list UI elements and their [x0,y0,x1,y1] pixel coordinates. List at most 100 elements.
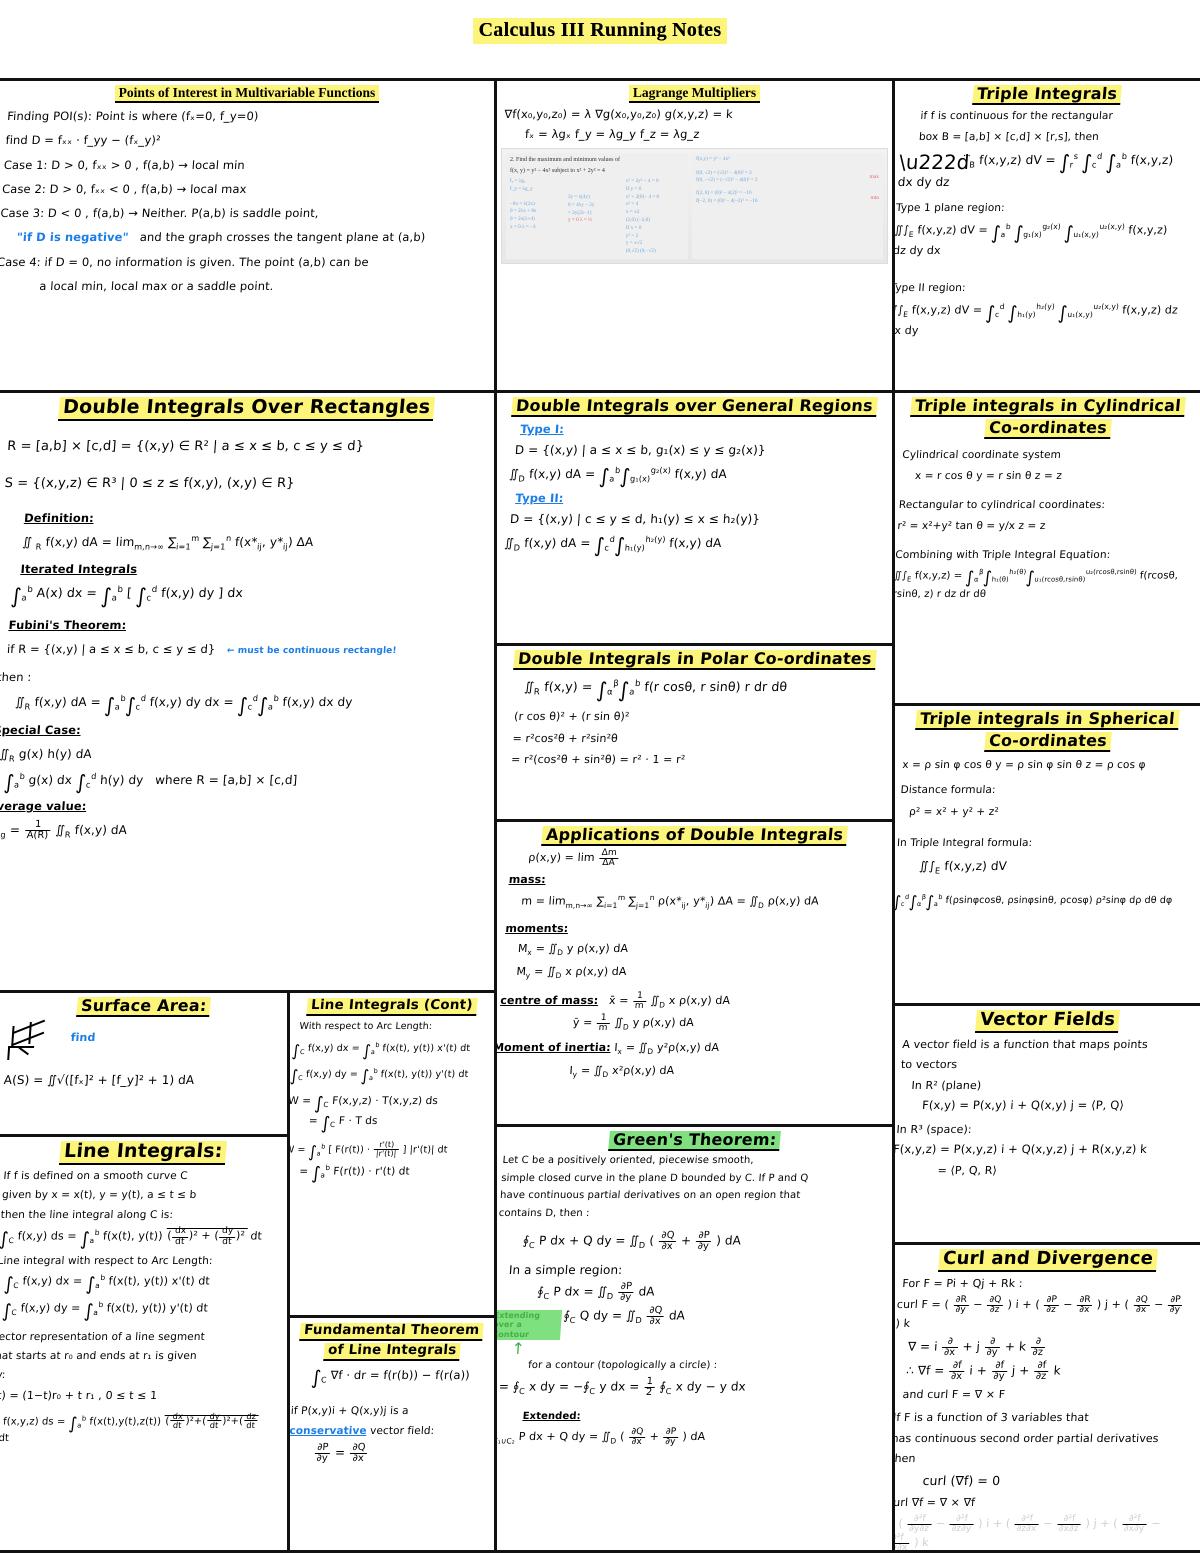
cyl-line-4: r² = x²+y² tan θ = y/x z = z [896,519,1046,532]
section-double-integrals-rectangles: Double Integrals Over Rectangles R = [a,… [0,393,497,993]
triple-line-3: Type 1 plane region: [895,202,1006,215]
work-left-1: f_y = λg_y [510,185,533,192]
work-right-1: If y = 0 [625,185,642,192]
work-mid-1: 0 = 4λy − 2y [567,201,595,208]
fubini-blue-annotation: ← must be continuous rectangle! [226,645,397,656]
section-header: Double Integrals over General Regions [497,396,892,418]
double-rect-line-1: R = [a,b] × [c,d] = {(x,y) ∈ R² | a ≤ x … [6,438,365,454]
ftli-body: ∫C ∇f · dr = f(r(b)) − f(r(a)) if P(x,y)… [290,1366,494,1464]
green-line-7: Extended: [522,1411,581,1423]
li-line-1: If f is defined on a smooth curve C [3,1169,189,1182]
lagrange-line-2: fₓ = λgₓ f_y = λg_y f_z = λg_z [524,126,701,141]
poi-blue-annotation: "if D is negative" [16,229,130,244]
cylindrical-body: Cylindrical coordinate system x = r cos … [895,446,1200,604]
section-surface-area: Surface Area: find A(S) = ∬√([fₓ]² + [f_… [0,993,290,1137]
double-general-body: Type I: D = {(x,y) | a ≤ x ≤ b, g₁(x) ≤ … [497,420,892,557]
poi-line-2: find D = fₓₓ · f_yy − (fₓ_y)² [5,132,162,147]
triple-line-1: if f is continuous for the rectangular [920,110,1114,123]
work-left-4: 0 = 2x(λ+4) [510,216,535,223]
section-fundamental-theorem-line-integrals: Fundamental Theorem of Line Integrals ∫C… [290,1318,497,1553]
cd-line-7: curl ∇f = ∇ × ∇f [895,1495,976,1509]
cd-line-1: For F = Pi + Qj + Rk : [901,1276,1024,1290]
cd-line-2: and curl F = ∇ × F [902,1387,1006,1401]
section-header: Triple integrals in Spherical Co-ordinat… [895,709,1200,753]
ftli-header-line1: Fundamental Theorem [299,1322,485,1341]
ftli-header-line2: of Line Integrals [323,1342,461,1361]
work-left-2: −8x = λ(2x) [510,200,535,207]
poi-line-8: a local min, local max or a saddle point… [38,278,275,293]
section-applications-double-integrals: Applications of Double Integrals ρ(x,y) … [497,822,895,1127]
greens-green-annotation: Extending over a Contour [497,1309,563,1341]
work-right-0: x² = 2y² − 4 = 0 [625,178,659,185]
section-header: Points of Interest in Multivariable Func… [0,85,494,103]
section-header: Applications of Double Integrals [497,825,892,847]
lagrange-line-1: ∇f(x₀,y₀,z₀) = λ ∇g(x₀,y₀,z₀) g(x,y,z) =… [503,106,734,121]
cyl-line-2: x = r cos θ y = r sin θ z = z [914,470,1063,483]
li-line-3: then the line integral along C is: [0,1208,174,1221]
lagrange-body: ∇f(x₀,y₀,z₀) = λ ∇g(x₀,y₀,z₀) g(x,y,z) =… [497,106,892,142]
vector-fields-header-text: Vector Fields [975,1009,1120,1033]
fubini-line: if R = {(x,y) | a ≤ x ≤ b, c ≤ y ≤ d} [6,641,216,656]
green-line-6: for a contour (topologically a circle) : [527,1359,718,1371]
line-integrals-cont-body: With respect to Arc Length: ∫C f(x,y) dx… [290,1019,494,1184]
li-line-4: Line integral with respect to Arc Length… [0,1254,214,1267]
cd-line-3: If F is a function of 3 variables that [895,1410,1090,1424]
section-line-integrals: Line Integrals: If f is defined on a smo… [0,1137,290,1553]
eval-2: f(2, 0) = (0)² − 4(2)² = −16 [696,190,752,197]
eval-3: f(−2, 0) = (0)² − 4(−2)² = −16 [696,198,758,205]
screenshot-right-pane: f(x,y) = y² − 4x² f(0, √2) = (√2)² − 4(0… [692,152,883,260]
lic-line-1: With respect to Arc Length: [299,1020,433,1032]
surface-area-body: find A(S) = ∬√([fₓ]² + [f_y]² + 1) dA [0,1020,287,1089]
label-min: min [870,194,879,201]
section-double-integrals-polar: Double Integrals in Polar Co-ordinates ∬… [497,646,895,822]
mass-label: mass: [508,873,547,887]
problem-statement-line1: 2. Find the maximum and minimum values o… [510,156,620,163]
sph-line-2: Distance formula: [900,783,997,796]
vector-fields-body: A vector field is a function that maps p… [895,1036,1200,1179]
triple-header-text: Triple Integrals [972,84,1123,106]
poi-line-7: Case 4: if D = 0, no information is give… [0,254,370,269]
work-right-2: x² + 2(0)− 4 = 0 [625,193,660,200]
poi-line-6: and the graph crosses the tangent plane … [139,229,426,244]
lagrange-header-text: Lagrange Multipliers [628,85,761,103]
curl-div-header-text: Curl and Divergence [937,1248,1158,1272]
moment-of-inertia-label: Moment of inertia: [497,1041,612,1055]
section-double-integrals-general: Double Integrals over General Regions Ty… [497,393,895,646]
cylindrical-header-line1: Triple integrals in Cylindrical [909,396,1186,418]
definition-label: Definition: [23,510,95,525]
cyl-line-5: Combining with Triple Integral Equation: [895,548,1111,561]
special-case-where: where R = [a,b] × [c,d] [154,772,298,787]
green-line-5: In a simple region: [508,1263,623,1278]
greens-header-text: Green's Theorem: [607,1130,782,1152]
section-header: Lagrange Multipliers [497,85,892,103]
section-greens-theorem: Green's Theorem: Let C be a positively o… [497,1127,895,1553]
line-integrals-header-text: Line Integrals: [59,1140,228,1165]
vf-line-1: A vector field is a function that maps p… [901,1037,1149,1051]
average-value-label: Average value: [0,798,87,813]
iterated-integrals-label: Iterated Integrals [20,561,138,576]
cylindrical-header-line2: Co-ordinates [983,418,1112,440]
embedded-worked-example-screenshot: 2. Find the maximum and minimum values o… [501,147,888,265]
section-header: Double Integrals Over Rectangles [0,396,494,421]
work-left-0: fₓ = λgₓ [510,178,526,185]
green-up-arrow-icon: ↑ [510,1339,526,1359]
polar-line-3: = r²(cos²θ + sin²θ) = r² · 1 = r² [510,753,686,767]
li-line-6: that starts at r₀ and ends at r₁ is give… [0,1349,198,1362]
vf-line-4: F(x,y) = P(x,y) i + Q(x,y) j = ⟨P, Q⟩ [921,1097,1125,1112]
moments-label: moments: [505,922,569,936]
section-lagrange-multipliers: Lagrange Multipliers ∇f(x₀,y₀,z₀) = λ ∇g… [497,78,895,393]
applications-header-text: Applications of Double Integrals [541,825,848,847]
work-right-3: x² = 4 [625,201,639,208]
li-line-8: r(t) = (1−t)r₀ + t r₁ , 0 ≤ t ≤ 1 [0,1388,158,1402]
work-mid-0: 2y = λ(4y) [567,194,590,201]
cd-line-5: then [895,1452,917,1466]
cd-line-6: curl (∇f) = 0 [922,1472,1001,1488]
surface-area-sketch-icon [7,1020,66,1064]
section-triple-integrals-cylindrical: Triple integrals in Cylindrical Co-ordin… [895,393,1200,706]
vf-line-3: In R² (plane) [911,1078,982,1092]
section-header: Line Integrals: [0,1140,287,1165]
vf-line-6: F(x,y,z) = P(x,y,z) i + Q(x,y,z) j + R(x… [895,1141,1148,1156]
applications-body: ρ(x,y) = lim Δm ΔA mass: m = limm,n→∞ ∑i=… [497,848,892,1081]
polar-line-2: = r²cos²θ + r²sin²θ [512,732,619,746]
double-rect-header-text: Double Integrals Over Rectangles [58,396,436,421]
